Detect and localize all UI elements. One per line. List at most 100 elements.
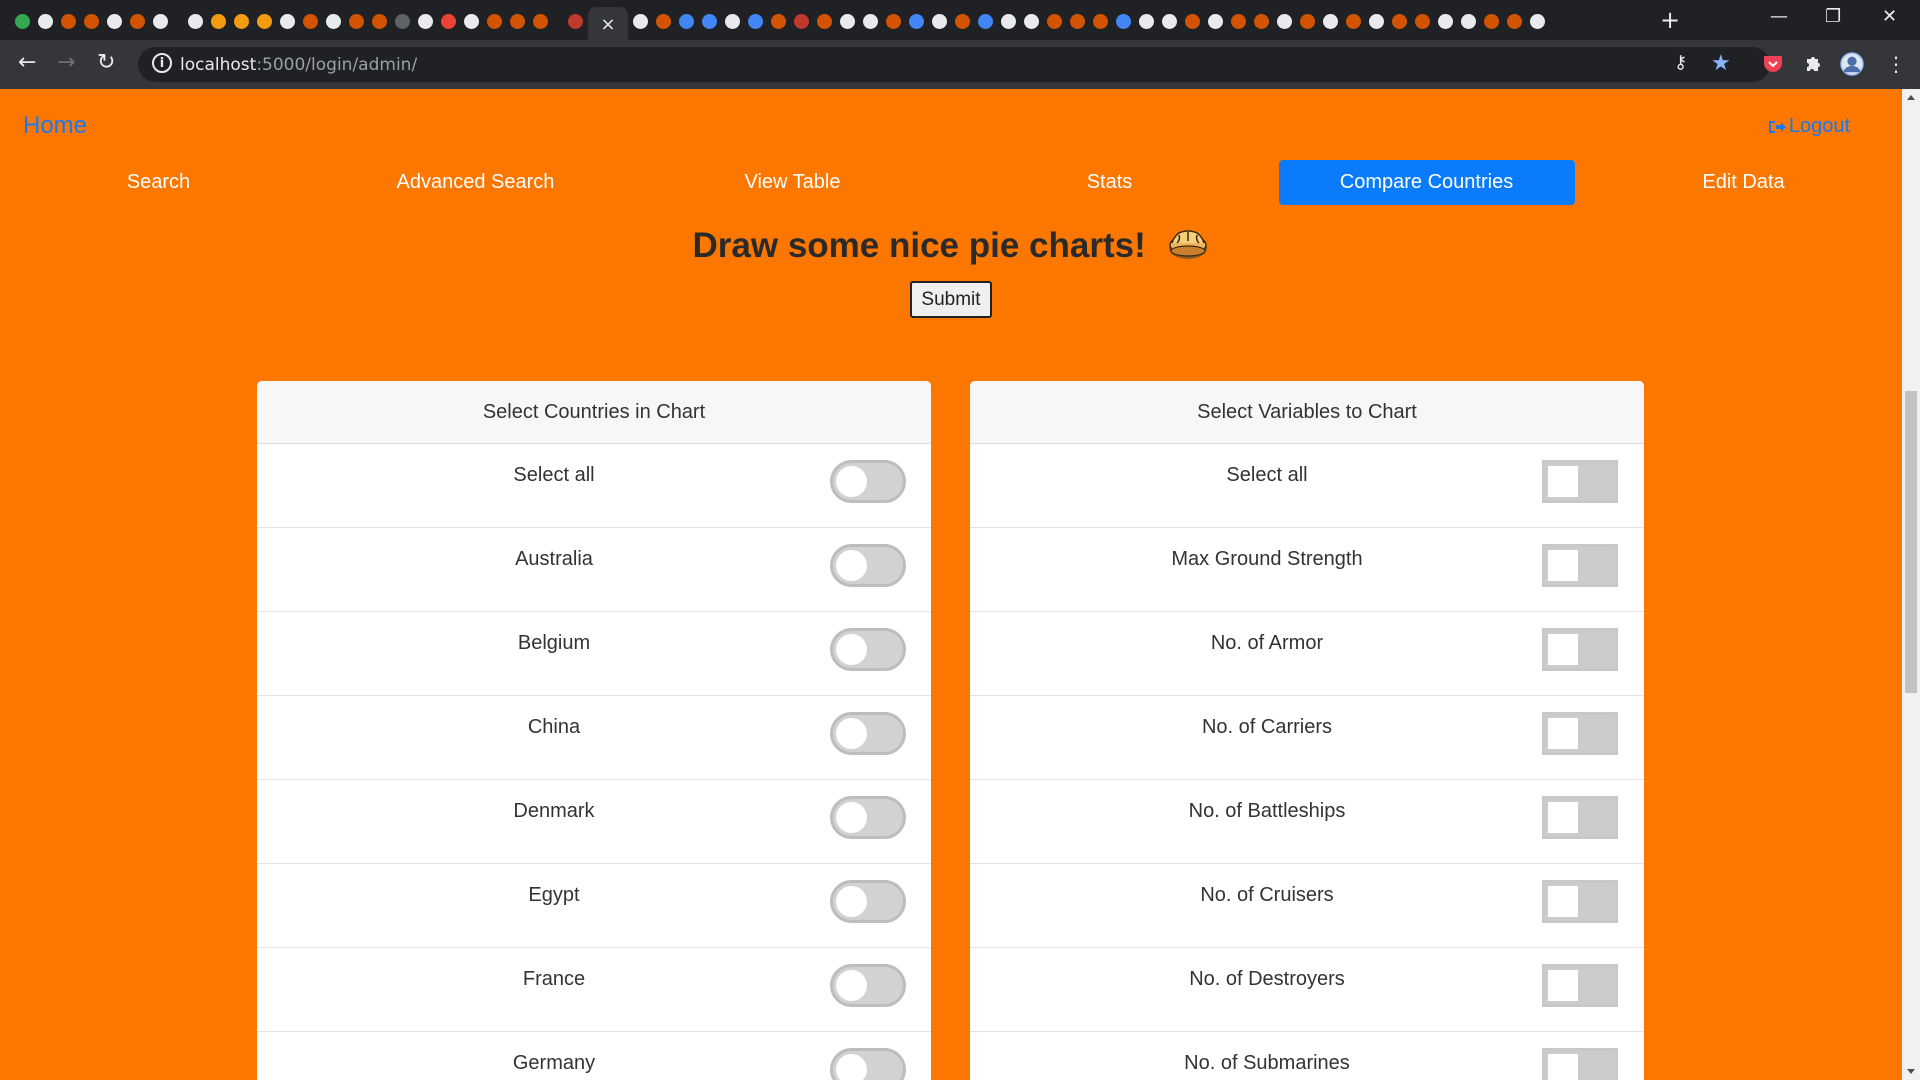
tab-favicon-icon[interactable] (745, 11, 766, 32)
nav-compare-countries[interactable]: Compare Countries (1268, 157, 1585, 207)
tab-favicon-icon[interactable] (1320, 11, 1341, 32)
key-icon[interactable]: ⚷ (1674, 52, 1687, 73)
tab-favicon-icon[interactable] (1435, 11, 1456, 32)
tab-favicon-icon[interactable] (998, 11, 1019, 32)
tab-favicon-icon[interactable] (860, 11, 881, 32)
submit-button[interactable]: Submit (910, 281, 992, 318)
tab-favicon-icon[interactable] (929, 11, 950, 32)
tab-favicon-icon[interactable] (565, 11, 586, 32)
tab-favicon-icon[interactable] (952, 11, 973, 32)
tab-favicon-icon[interactable] (1297, 11, 1318, 32)
tab-favicon-icon[interactable] (906, 11, 927, 32)
tab-favicon-icon[interactable] (768, 11, 789, 32)
toggle-switch[interactable] (830, 880, 906, 923)
tab-favicon-icon[interactable] (1113, 11, 1134, 32)
scroll-up-arrow-icon[interactable] (1907, 95, 1915, 100)
toggle-switch[interactable] (830, 964, 906, 1007)
tab-favicon-icon[interactable] (185, 11, 206, 32)
profile-avatar-icon[interactable] (1840, 52, 1864, 76)
toggle-switch[interactable] (1542, 1048, 1618, 1080)
toggle-switch[interactable] (1542, 964, 1618, 1007)
minimize-button[interactable]: — (1770, 6, 1788, 27)
tab-favicon-icon[interactable] (231, 11, 252, 32)
tab-favicon-icon[interactable] (1481, 11, 1502, 32)
tab-favicon-icon[interactable] (653, 11, 674, 32)
nav-stats[interactable]: Stats (951, 157, 1268, 207)
toggle-switch[interactable] (830, 712, 906, 755)
tab-favicon-icon[interactable] (883, 11, 904, 32)
tab-favicon-icon[interactable] (415, 11, 436, 32)
toggle-switch[interactable] (830, 544, 906, 587)
kebab-menu-icon[interactable]: ⋮ (1884, 52, 1908, 76)
tab-favicon-icon[interactable] (837, 11, 858, 32)
nav-advanced-search[interactable]: Advanced Search (317, 157, 634, 207)
toggle-switch[interactable] (1542, 628, 1618, 671)
page-scrollbar[interactable] (1902, 89, 1920, 1080)
tab-favicon-icon[interactable] (1067, 11, 1088, 32)
nav-view-table[interactable]: View Table (634, 157, 951, 207)
toggle-switch[interactable] (830, 628, 906, 671)
nav-edit-data[interactable]: Edit Data (1585, 157, 1902, 207)
scroll-thumb[interactable] (1905, 391, 1917, 693)
toggle-switch[interactable] (1542, 796, 1618, 839)
tab-favicon-icon[interactable] (975, 11, 996, 32)
tab-favicon-icon[interactable] (1136, 11, 1157, 32)
star-icon[interactable]: ★ (1711, 51, 1731, 76)
address-bar[interactable]: i localhost:5000/login/admin/ ⚷ ★ (138, 47, 1770, 82)
tab-favicon-icon[interactable] (300, 11, 321, 32)
toggle-switch[interactable] (1542, 544, 1618, 587)
tab-favicon-icon[interactable] (814, 11, 835, 32)
toggle-switch[interactable] (1542, 460, 1618, 503)
tab-favicon-icon[interactable] (81, 11, 102, 32)
puzzle-icon[interactable] (1801, 52, 1825, 76)
tab-favicon-icon[interactable] (1343, 11, 1364, 32)
tab-favicon-icon[interactable] (277, 11, 298, 32)
tab-favicon-icon[interactable] (1205, 11, 1226, 32)
toggle-switch[interactable] (1542, 880, 1618, 923)
tab-favicon-icon[interactable] (392, 11, 413, 32)
tab-favicon-icon[interactable] (1412, 11, 1433, 32)
tab-favicon-icon[interactable] (1021, 11, 1042, 32)
tab-favicon-icon[interactable] (1504, 11, 1525, 32)
pocket-icon[interactable] (1761, 52, 1785, 76)
nav-search[interactable]: Search (0, 157, 317, 207)
tab-favicon-icon[interactable] (530, 11, 551, 32)
tab-favicon-icon[interactable] (699, 11, 720, 32)
tab-favicon-icon[interactable] (1389, 11, 1410, 32)
info-icon[interactable]: i (152, 53, 172, 73)
tab-favicon-icon[interactable] (104, 11, 125, 32)
tab-favicon-icon[interactable] (12, 11, 33, 32)
tab-favicon-icon[interactable] (484, 11, 505, 32)
tab-favicon-icon[interactable] (722, 11, 743, 32)
tab-favicon-icon[interactable] (1228, 11, 1249, 32)
tab-favicon-icon[interactable] (438, 11, 459, 32)
back-button[interactable]: ← (18, 50, 36, 75)
toggle-switch[interactable] (830, 796, 906, 839)
tab-favicon-icon[interactable] (1044, 11, 1065, 32)
tab-favicon-icon[interactable] (150, 11, 171, 32)
close-window-button[interactable]: ✕ (1882, 6, 1897, 27)
tab-favicon-icon[interactable] (58, 11, 79, 32)
tab-favicon-icon[interactable] (507, 11, 528, 32)
tab-favicon-icon[interactable] (676, 11, 697, 32)
active-tab-close-icon[interactable]: × (588, 7, 628, 41)
toggle-switch[interactable] (830, 460, 906, 503)
tab-favicon-icon[interactable] (346, 11, 367, 32)
tab-favicon-icon[interactable] (208, 11, 229, 32)
tab-favicon-icon[interactable] (1366, 11, 1387, 32)
tab-favicon-icon[interactable] (1527, 11, 1548, 32)
toggle-switch[interactable] (830, 1048, 906, 1080)
tab-favicon-icon[interactable] (323, 11, 344, 32)
tab-favicon-icon[interactable] (369, 11, 390, 32)
tab-favicon-icon[interactable] (1251, 11, 1272, 32)
url-text[interactable]: localhost:5000/login/admin/ (180, 55, 417, 75)
tab-favicon-icon[interactable] (1182, 11, 1203, 32)
new-tab-button[interactable]: + (1660, 6, 1680, 34)
restore-button[interactable]: ❐ (1825, 6, 1841, 27)
forward-button[interactable]: → (57, 50, 75, 75)
tab-favicon-icon[interactable] (1274, 11, 1295, 32)
reload-button[interactable]: ↻ (97, 50, 115, 75)
tab-favicon-icon[interactable] (254, 11, 275, 32)
tab-favicon-icon[interactable] (1090, 11, 1111, 32)
home-link[interactable]: Home (23, 112, 87, 140)
